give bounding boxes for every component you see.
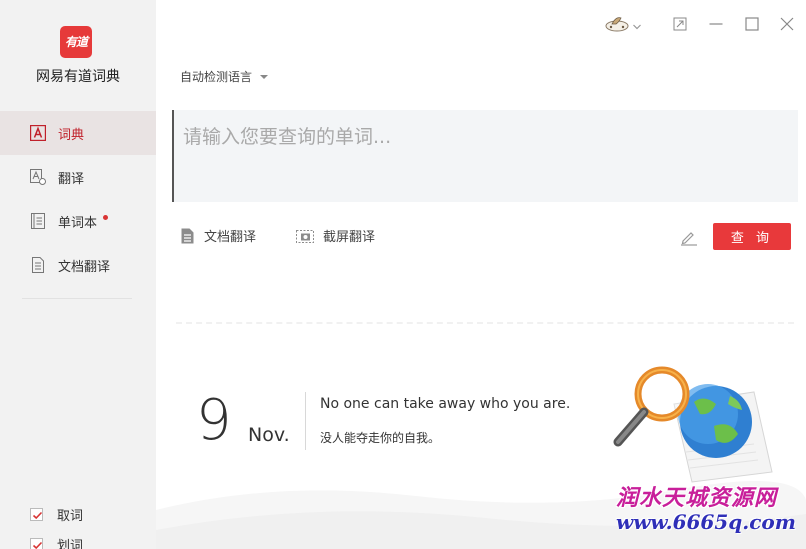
dictionary-icon — [30, 125, 46, 141]
screenshot-translate-button[interactable]: 截屏翻译 — [296, 226, 375, 245]
mini-mode-icon — [673, 16, 687, 35]
camera-icon — [296, 228, 314, 244]
search-input[interactable] — [172, 110, 798, 202]
document-icon — [180, 228, 195, 244]
daily-month: Nov. — [248, 424, 290, 446]
close-button[interactable] — [776, 14, 798, 36]
sidebar-item-document-translate[interactable]: 文档翻译 — [0, 243, 156, 287]
search-button[interactable]: 查 询 — [713, 223, 791, 250]
globe-magnifier-illustration — [613, 366, 773, 483]
screenshot-translate-label: 截屏翻译 — [323, 230, 376, 245]
sidebar-item-label: 文档翻译 — [58, 259, 111, 275]
daily-quote-english[interactable]: No one can take away who you are. — [320, 396, 570, 412]
mini-mode-button[interactable] — [669, 14, 691, 36]
skin-button[interactable] — [604, 14, 632, 36]
capture-word-checkbox[interactable] — [30, 508, 43, 521]
sidebar-item-label: 翻译 — [58, 171, 85, 187]
wordbook-icon — [30, 213, 46, 229]
daily-quote-chinese: 没人能夺走你的自我。 — [320, 431, 441, 445]
sidebar-item-wordbook[interactable]: 单词本 — [0, 199, 156, 243]
select-word-checkbox[interactable] — [30, 538, 43, 549]
document-icon — [30, 257, 46, 273]
watermark-url: www.6665q.com — [616, 510, 796, 534]
language-select-label: 自动检测语言 — [180, 70, 253, 84]
daily-day: 9 — [196, 388, 232, 453]
language-select[interactable]: 自动检测语言 — [180, 68, 269, 85]
sidebar-item-translate[interactable]: 翻译 — [0, 155, 156, 199]
maximize-button[interactable] — [741, 14, 763, 36]
sidebar-divider — [22, 298, 132, 299]
maximize-icon — [745, 16, 759, 35]
watermark: 润水天城资源网 www.6665q.com — [616, 480, 806, 534]
watermark-title: 润水天城资源网 — [616, 485, 778, 511]
minimize-icon — [709, 16, 723, 35]
handwriting-button[interactable] — [680, 228, 698, 246]
caret-down-icon — [260, 74, 269, 79]
doc-translate-button[interactable]: 文档翻译 — [180, 226, 256, 245]
app-name: 网易有道词典 — [36, 69, 120, 85]
minimize-button[interactable] — [705, 14, 727, 36]
app-logo: 有道 — [60, 26, 92, 58]
notification-dot — [103, 214, 109, 220]
option-label: 取词 — [57, 509, 84, 524]
close-icon — [780, 16, 794, 35]
skin-icon — [604, 12, 632, 38]
option-select-word[interactable]: 划词 — [30, 535, 83, 549]
sidebar-item-dictionary[interactable]: 词典 — [0, 111, 156, 155]
skin-dropdown[interactable] — [630, 14, 644, 36]
doc-translate-label: 文档翻译 — [204, 230, 257, 245]
sidebar-item-label: 单词本 — [58, 215, 98, 231]
daily-divider — [305, 392, 306, 450]
pen-icon — [680, 231, 698, 250]
sidebar-item-label: 词典 — [58, 127, 85, 143]
translate-icon — [30, 169, 46, 185]
section-divider — [176, 322, 794, 324]
app-window: 有道 网易有道词典 词典 翻译 单词本 文档翻译 取词 划词 自动检测语言 请输… — [0, 0, 806, 549]
option-label: 划词 — [57, 539, 84, 549]
option-capture-word[interactable]: 取词 — [30, 505, 83, 524]
sidebar: 有道 网易有道词典 词典 翻译 单词本 文档翻译 取词 划词 — [0, 0, 156, 549]
chevron-down-icon — [632, 16, 642, 35]
